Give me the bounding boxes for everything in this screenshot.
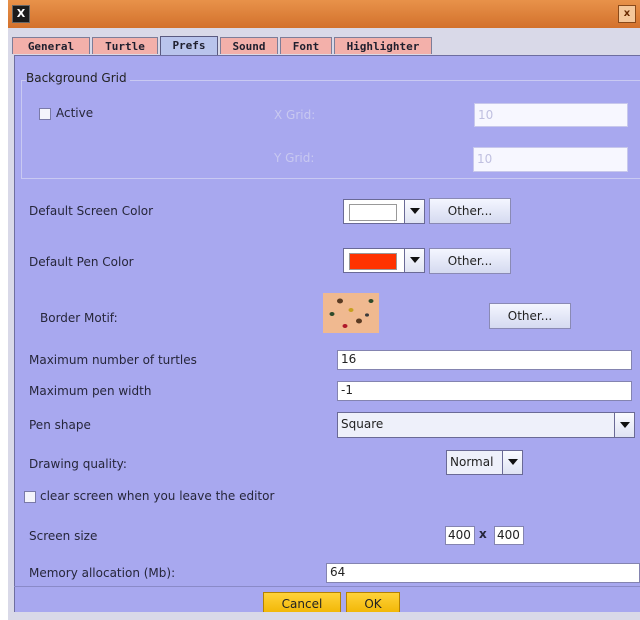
- tab-highlighter[interactable]: Highlighter: [334, 37, 432, 54]
- tab-turtle[interactable]: Turtle: [92, 37, 158, 54]
- pen-color-swatch: [349, 253, 397, 270]
- drawing-quality-label: Drawing quality:: [29, 457, 127, 471]
- turtle-motif-icon: [329, 298, 374, 328]
- screen-size-label: Screen size: [29, 529, 98, 543]
- pen-shape-value: Square: [341, 417, 384, 431]
- pen-color-label: Default Pen Color: [29, 255, 134, 269]
- pen-shape-select[interactable]: Square: [337, 412, 635, 438]
- app-icon: X: [12, 5, 30, 23]
- tab-general[interactable]: General: [12, 37, 90, 54]
- border-motif-other-button[interactable]: Other...: [489, 303, 571, 329]
- y-grid-label: Y Grid:: [274, 151, 315, 165]
- chevron-down-icon[interactable]: [614, 413, 634, 437]
- clear-screen-checkbox[interactable]: [24, 491, 36, 503]
- pen-color-other-button[interactable]: Other...: [429, 248, 511, 274]
- screen-color-other-button[interactable]: Other...: [429, 198, 511, 224]
- drawing-quality-select[interactable]: Normal: [446, 450, 523, 475]
- x-grid-input[interactable]: 10: [474, 103, 628, 127]
- tab-sound[interactable]: Sound: [220, 37, 278, 54]
- max-pen-width-input[interactable]: -1: [337, 381, 632, 401]
- footer-divider: [14, 586, 640, 587]
- chevron-down-icon[interactable]: [502, 451, 522, 474]
- grid-active-checkbox[interactable]: [39, 108, 51, 120]
- screen-width-input[interactable]: 400: [445, 526, 475, 545]
- screen-size-separator: x: [479, 527, 487, 541]
- pen-shape-label: Pen shape: [29, 418, 91, 432]
- border-motif-preview: [323, 293, 379, 333]
- grid-active-label: Active: [56, 106, 94, 120]
- background-grid-title: Background Grid: [26, 71, 130, 85]
- chevron-down-icon[interactable]: [404, 200, 424, 223]
- x-grid-label: X Grid:: [274, 108, 316, 122]
- y-grid-input[interactable]: 10: [473, 147, 628, 172]
- clear-screen-label: clear screen when you leave the editor: [40, 489, 275, 503]
- chevron-down-icon[interactable]: [404, 249, 424, 272]
- max-turtles-label: Maximum number of turtles: [29, 353, 197, 367]
- close-button[interactable]: x: [618, 5, 636, 23]
- tab-strip: General Turtle Prefs Sound Font Highligh…: [8, 28, 640, 55]
- window-bottom-edge: [8, 612, 640, 620]
- pen-color-combo[interactable]: [343, 248, 425, 273]
- title-bar: X x: [8, 0, 640, 29]
- screen-color-label: Default Screen Color: [29, 204, 154, 218]
- tab-prefs[interactable]: Prefs: [160, 36, 218, 55]
- screen-color-combo[interactable]: [343, 199, 425, 224]
- max-turtles-input[interactable]: 16: [337, 350, 632, 370]
- screen-color-swatch: [349, 204, 397, 221]
- memory-label: Memory allocation (Mb):: [29, 566, 176, 580]
- screen-height-input[interactable]: 400: [494, 526, 524, 545]
- memory-input[interactable]: 64: [326, 563, 640, 583]
- drawing-quality-value: Normal: [450, 455, 494, 469]
- tab-font[interactable]: Font: [280, 37, 332, 54]
- max-pen-width-label: Maximum pen width: [29, 384, 152, 398]
- border-motif-label: Border Motif:: [40, 311, 118, 325]
